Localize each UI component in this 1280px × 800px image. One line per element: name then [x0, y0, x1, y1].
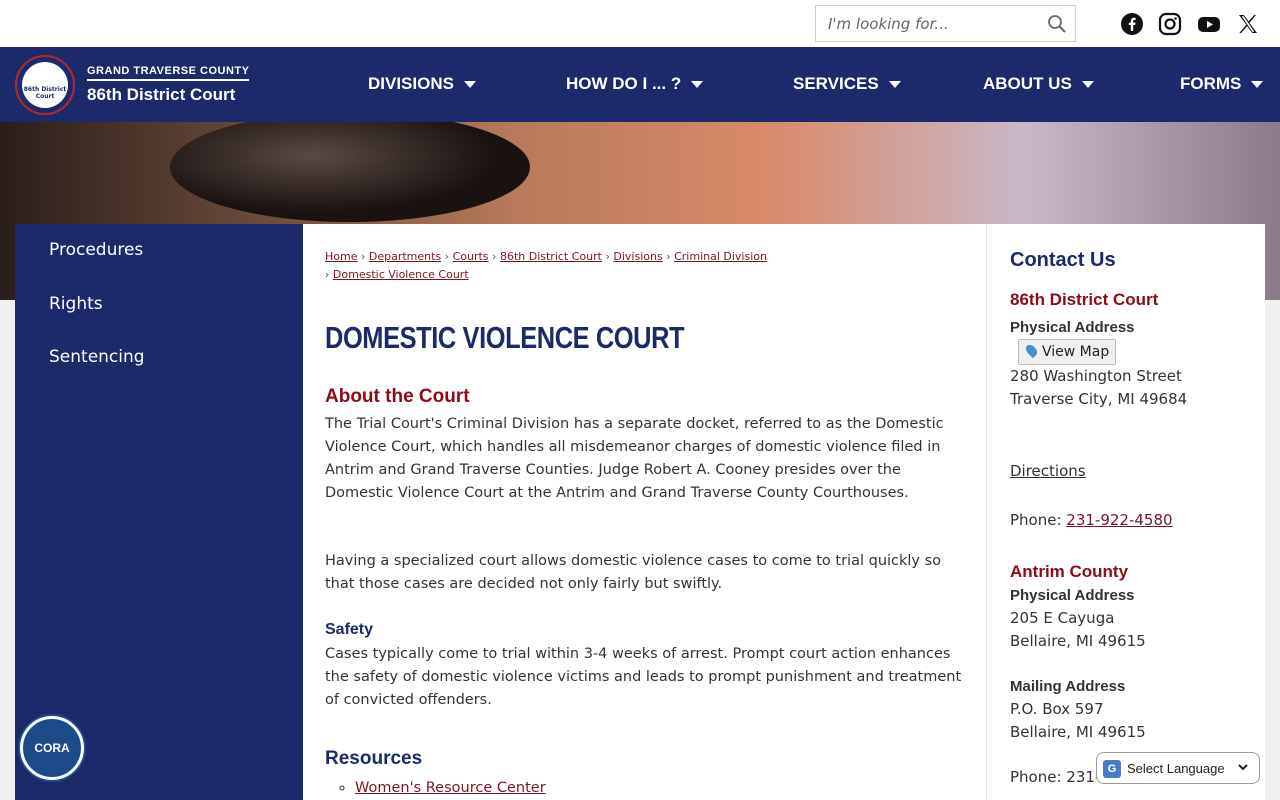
- breadcrumb-courts[interactable]: Courts: [453, 250, 489, 263]
- main-content: Home › Departments › Courts › 86th Distr…: [303, 224, 986, 800]
- youtube-icon[interactable]: [1197, 12, 1221, 36]
- search-icon[interactable]: [1047, 14, 1067, 34]
- antrim-address-line-1: 205 E Cayuga: [1010, 609, 1115, 627]
- nav-divisions[interactable]: DIVISIONS: [368, 74, 476, 94]
- language-select[interactable]: G Select Language: [1096, 752, 1260, 784]
- sidebar-item-sentencing[interactable]: Sentencing: [49, 347, 145, 367]
- contact-heading: Contact Us: [1010, 249, 1116, 271]
- phone-line-1: Phone: 231-922-4580: [1010, 511, 1173, 529]
- chevron-down-icon: [691, 81, 704, 89]
- physical-address-label: Physical Address: [1010, 319, 1135, 336]
- breadcrumb: Home › Departments › Courts › 86th Distr…: [325, 250, 767, 281]
- safety-heading: Safety: [325, 621, 374, 638]
- court-seal-logo[interactable]: 86th District Court: [15, 55, 75, 115]
- resource-link-womens-resource-center[interactable]: Women's Resource Center: [355, 780, 546, 796]
- nav-how-do-i[interactable]: HOW DO I ... ?: [566, 74, 704, 94]
- nav-services[interactable]: SERVICES: [793, 74, 901, 94]
- facebook-icon[interactable]: [1120, 12, 1144, 36]
- gavel-image: [170, 122, 530, 222]
- contact-org-antrim: Antrim County: [1010, 562, 1129, 581]
- breadcrumb-current[interactable]: Domestic Violence Court: [333, 268, 469, 281]
- address-line-1: 280 Washington Street: [1010, 367, 1182, 385]
- breadcrumb-home[interactable]: Home: [325, 250, 357, 263]
- seal-text: 86th District Court: [22, 62, 68, 108]
- chevron-down-icon: [888, 81, 901, 89]
- resources-list: Women's Resource Center: [355, 780, 546, 796]
- breadcrumb-86th-district-court[interactable]: 86th District Court: [500, 250, 602, 263]
- antrim-address-line-2: Bellaire, MI 49615: [1010, 632, 1146, 650]
- cora-button[interactable]: CORA: [20, 716, 84, 780]
- phone-link[interactable]: 231-922-4580: [1066, 511, 1172, 529]
- nav-about-us[interactable]: ABOUT US: [983, 74, 1094, 94]
- x-icon[interactable]: [1236, 12, 1260, 36]
- google-translate-icon: G: [1103, 760, 1121, 778]
- antrim-physical-label: Physical Address: [1010, 587, 1135, 604]
- mailing-line-2: Bellaire, MI 49615: [1010, 723, 1146, 741]
- instagram-icon[interactable]: [1158, 12, 1182, 36]
- breadcrumb-criminal-division[interactable]: Criminal Division: [674, 250, 767, 263]
- about-paragraph-2: Having a specialized court allows domest…: [325, 553, 942, 592]
- safety-paragraph: Cases typically come to trial within 3-4…: [325, 646, 962, 708]
- map-pin-icon: [1023, 342, 1040, 359]
- chevron-down-icon: [463, 81, 476, 89]
- contact-sidebar: Contact Us 86th District Court Physical …: [986, 224, 1265, 800]
- chevron-down-icon: [1081, 81, 1094, 89]
- directions-link[interactable]: Directions: [1010, 460, 1086, 483]
- brand-court-name[interactable]: 86th District Court: [87, 85, 235, 105]
- breadcrumb-divisions[interactable]: Divisions: [613, 250, 662, 263]
- mailing-line-1: P.O. Box 597: [1010, 700, 1104, 718]
- about-paragraph-1: The Trial Court's Criminal Division has …: [325, 416, 944, 501]
- brand-county[interactable]: GRAND TRAVERSE COUNTY: [87, 65, 250, 81]
- chevron-down-icon: [1238, 764, 1248, 771]
- view-map-button[interactable]: View Map: [1018, 339, 1117, 365]
- site-header: 86th District Court GRAND TRAVERSE COUNT…: [0, 47, 1280, 122]
- search-input[interactable]: [816, 6, 1041, 41]
- about-heading: About the Court: [325, 386, 470, 407]
- address-line-2: Traverse City, MI 49684: [1010, 390, 1188, 408]
- utility-bar: [0, 0, 1280, 47]
- contact-org-86th: 86th District Court: [1010, 290, 1159, 309]
- list-item: Women's Resource Center: [355, 780, 546, 796]
- search-box: [815, 5, 1076, 42]
- mailing-address-label: Mailing Address: [1010, 678, 1126, 695]
- resources-heading: Resources: [325, 748, 423, 769]
- sidebar-item-procedures[interactable]: Procedures: [49, 240, 143, 260]
- nav-forms[interactable]: FORMS: [1180, 74, 1264, 94]
- chevron-down-icon: [1251, 81, 1264, 89]
- breadcrumb-departments[interactable]: Departments: [369, 250, 441, 263]
- page-title: Domestic Violence Court: [325, 320, 685, 355]
- phone-line-2: Phone: 231-5: [1010, 768, 1110, 786]
- section-sidebar: Procedures Rights Sentencing: [15, 224, 303, 800]
- sidebar-item-rights[interactable]: Rights: [49, 294, 103, 314]
